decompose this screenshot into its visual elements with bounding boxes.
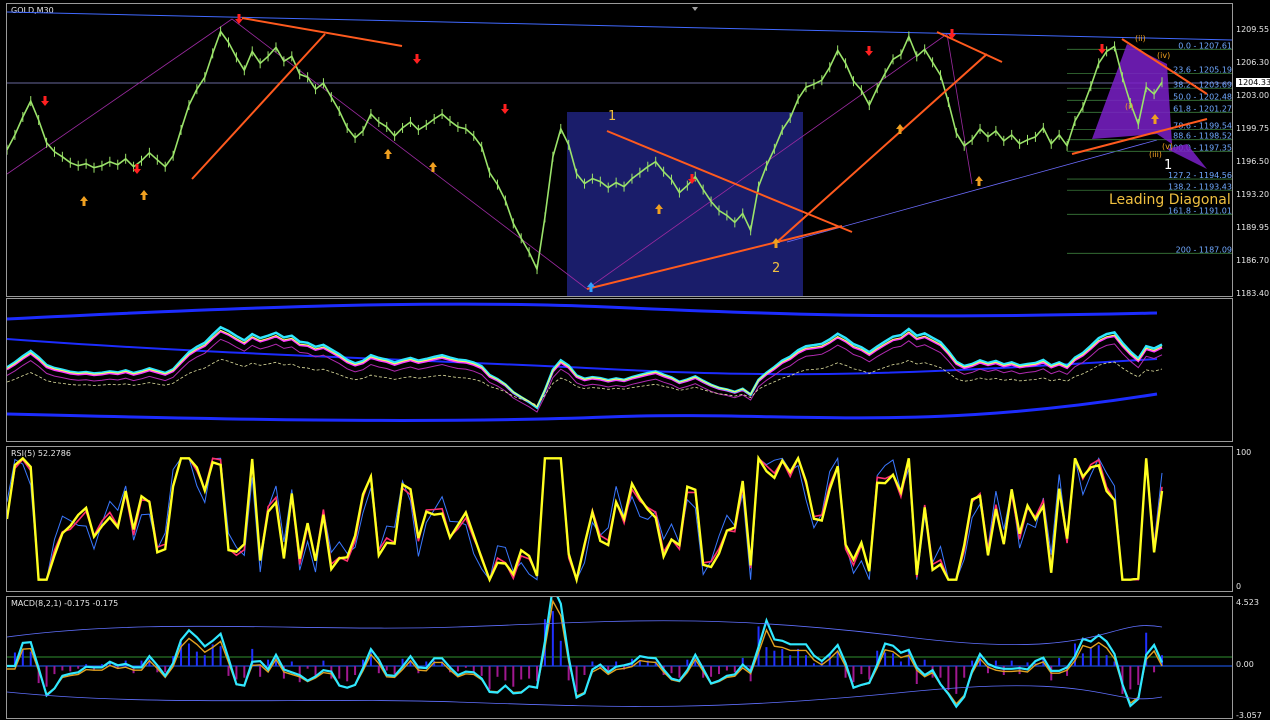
down-arrow (501, 104, 509, 114)
purple-line (7, 18, 233, 175)
up-arrow (384, 149, 392, 159)
fib-level-label: 38.2 - 1203.69 (1173, 80, 1232, 89)
current-price-label: 1204.33 (1235, 77, 1270, 88)
lower-channel-line (786, 139, 1158, 243)
macd-tick: 0.00 (1236, 660, 1254, 669)
price-tick: 1186.70 (1236, 256, 1270, 265)
price-tick: 1196.50 (1236, 157, 1270, 166)
up-arrow (140, 190, 148, 200)
fib-level-label: 88.6 - 1198.52 (1173, 132, 1232, 141)
up-arrow (975, 176, 983, 186)
mid-band (7, 338, 1158, 376)
price-tick: 1193.20 (1236, 190, 1270, 199)
price-panel[interactable]: GOLD,M30 0.0 - 1207.61 23.6 - 1205.19 38.2… (6, 3, 1233, 297)
price-tick: 1203.00 (1236, 91, 1270, 100)
highlight-box (567, 112, 803, 296)
rsi-tick-100: 100 (1236, 448, 1252, 457)
fib-level-label: 127.2 - 1194.56 (1168, 171, 1232, 180)
up-arrow (896, 124, 904, 134)
macd-axis: 4.523 0.00 -3.057 (1234, 596, 1270, 720)
price-tick: 1189.95 (1236, 223, 1270, 232)
rsi-panel[interactable]: RSI(5) 52.2786 (6, 446, 1233, 592)
upper-band (7, 302, 1158, 321)
fib-level-label: 50.0 - 1202.48 (1173, 92, 1232, 101)
wave-label-v: (v) (1162, 142, 1173, 151)
trendline (776, 53, 988, 243)
upper-channel-line (7, 11, 1232, 41)
wave-label-ii: (ii) (1135, 34, 1146, 43)
fib-level-label: 0.0 - 1207.61 (1178, 41, 1232, 50)
fib-level-label: 61.8 - 1201.27 (1173, 104, 1232, 113)
ma-line-dashed (7, 358, 1163, 406)
wave-label-i: (i) (1125, 102, 1133, 111)
wave-label-2: 2 (772, 261, 780, 276)
price-tick: 1206.30 (1236, 58, 1270, 67)
indicator-svg (7, 302, 1163, 422)
leading-diagonal-label: Leading Diagonal (1109, 192, 1231, 208)
macd-tick: 4.523 (1236, 598, 1259, 607)
down-arrow (1098, 44, 1106, 54)
price-chart-svg[interactable]: 0.0 - 1207.61 23.6 - 1205.19 38.2 - 1203.6… (7, 4, 1233, 297)
wave-label-iii: (iii) (1149, 150, 1162, 159)
down-arrow (865, 46, 873, 56)
rsi-tick-0: 0 (1236, 582, 1242, 591)
wave-label-big-1: 1 (1164, 158, 1172, 173)
trendline (936, 31, 1003, 63)
wave-label-1: 1 (608, 109, 616, 124)
price-tick: 1199.75 (1236, 124, 1270, 133)
macd-svg (7, 597, 1232, 709)
lower-band (7, 392, 1158, 422)
fib-level-label: 200 - 1187.09 (1176, 245, 1232, 254)
rsi-signal-blue (7, 456, 1163, 582)
rsi-svg (7, 454, 1164, 585)
trendline (241, 17, 403, 47)
macd-lower-envelope (7, 685, 1163, 707)
price-tick: 1183.40 (1236, 289, 1270, 298)
macd-panel[interactable]: MACD(8,2,1) -0.175 -0.175 (6, 596, 1233, 719)
down-arrow (413, 54, 421, 64)
up-arrow (429, 162, 437, 172)
fib-level-label: 138.2 - 1193.43 (1168, 182, 1232, 191)
up-arrow (80, 196, 88, 206)
rsi-axis: 100 0 (1234, 446, 1270, 592)
fib-level-label: 23.6 - 1205.19 (1173, 65, 1232, 74)
indicator-panel[interactable] (6, 298, 1233, 442)
wave-label-iv: (iv) (1157, 51, 1170, 60)
down-arrow (41, 96, 49, 106)
scroll-marker-icon (692, 7, 698, 11)
price-axis: 1209.55 1206.30 1203.00 1199.75 1196.50 … (1234, 3, 1270, 298)
price-tick: 1209.55 (1236, 25, 1270, 34)
